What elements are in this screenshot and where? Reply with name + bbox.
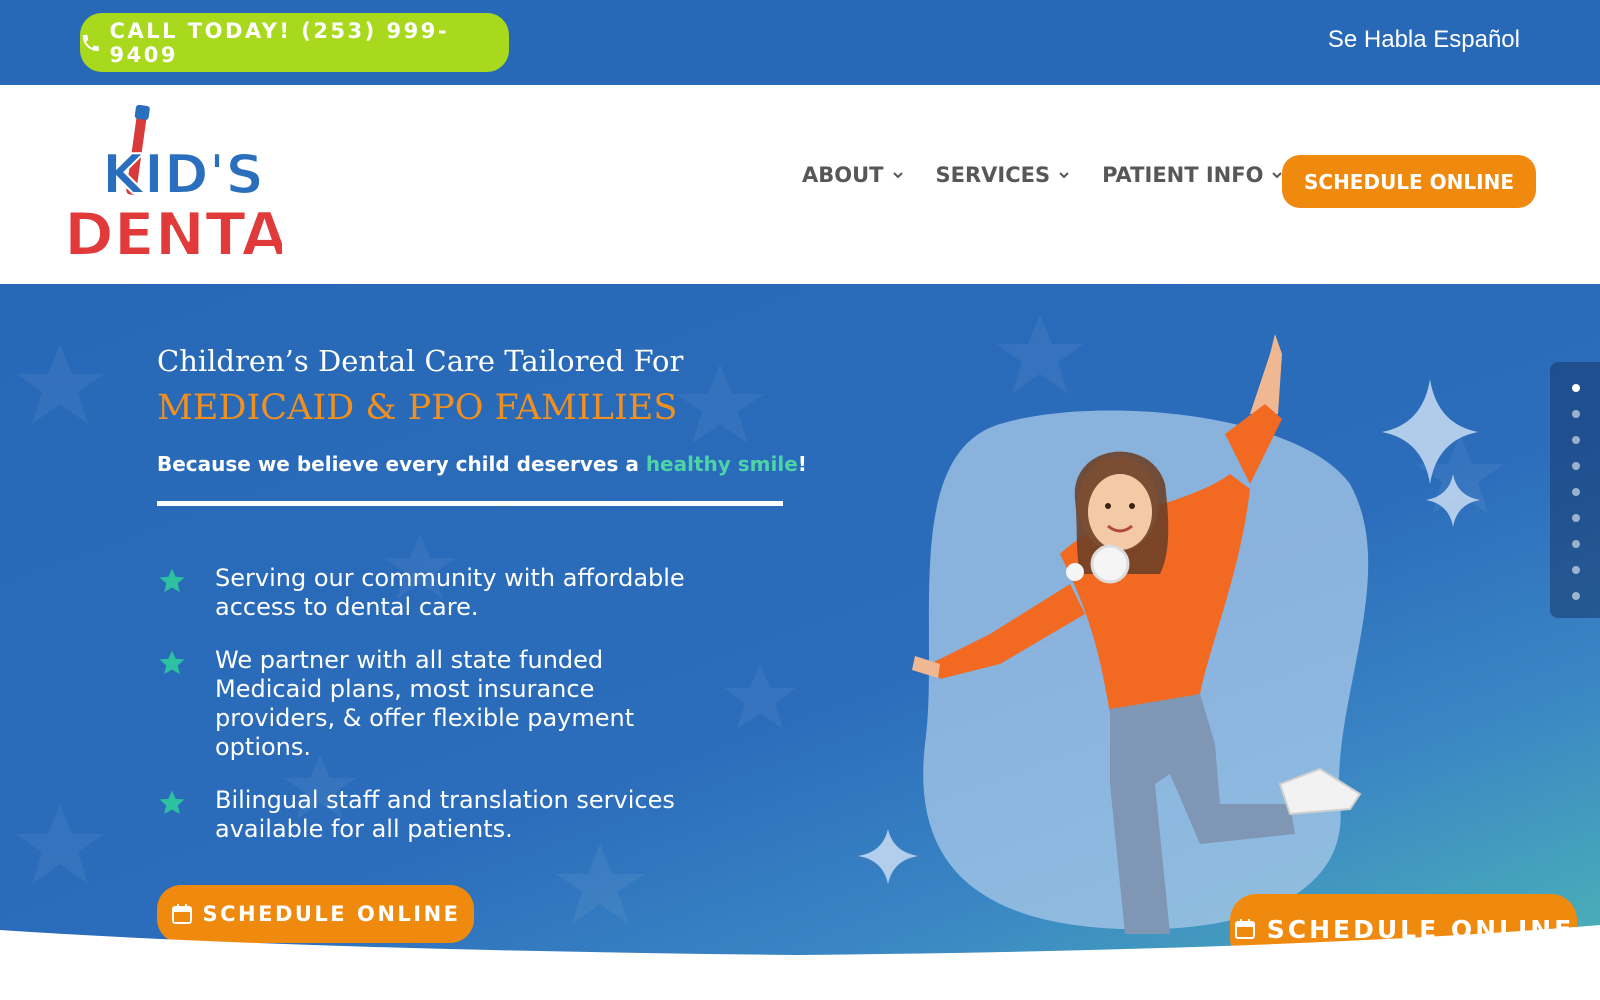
tagline-highlight: healthy smile xyxy=(645,452,798,476)
call-label: CALL TODAY! (253) 999-9409 xyxy=(109,18,450,67)
top-bar: CALL TODAY! (253) 999-9409 Se Habla Espa… xyxy=(0,0,1600,85)
nav-about-label: ABOUT xyxy=(802,163,884,187)
schedule-online-nav-button[interactable]: SCHEDULE ONLINE xyxy=(1282,155,1536,208)
star-icon xyxy=(159,568,185,593)
nav-patient-info[interactable]: PATIENT INFO xyxy=(1102,163,1283,187)
star-icon xyxy=(159,790,185,815)
feature-text: We partner with all state funded Medicai… xyxy=(215,646,635,761)
tagline-text: Because we believe every child deserves … xyxy=(157,452,646,476)
nav-about[interactable]: ABOUT xyxy=(802,163,904,187)
feature-text: Serving our community with affordable ac… xyxy=(215,564,685,621)
logo-text-bottom: DENTAL xyxy=(64,200,282,265)
star-icon xyxy=(159,650,185,675)
slider-dot[interactable] xyxy=(1572,436,1580,444)
feature-item: Serving our community with affordable ac… xyxy=(157,564,697,622)
chevron-down-icon xyxy=(1059,172,1069,179)
hero-subtitle: MEDICAID & PPO FAMILIES xyxy=(157,388,678,428)
slider-dot[interactable] xyxy=(1572,462,1580,470)
tagline-end: ! xyxy=(797,452,807,476)
slider-dot[interactable] xyxy=(1572,592,1580,600)
slider-dot[interactable] xyxy=(1572,384,1580,392)
nav-services-label: SERVICES xyxy=(935,163,1051,187)
hero-divider xyxy=(157,501,783,506)
logo[interactable]: KID'S DENTAL xyxy=(62,105,282,265)
feature-list: Serving our community with affordable ac… xyxy=(157,564,697,868)
slider-nav xyxy=(1550,362,1600,618)
slider-dot[interactable] xyxy=(1572,410,1580,418)
phone-icon xyxy=(82,34,99,51)
feature-item: Bilingual staff and translation services… xyxy=(157,786,697,844)
hero-section: Children’s Dental Care Tailored For MEDI… xyxy=(0,284,1600,1000)
nav-patient-info-label: PATIENT INFO xyxy=(1102,163,1264,187)
feature-text: Bilingual staff and translation services… xyxy=(215,786,675,843)
hero-tagline: Because we believe every child deserves … xyxy=(157,452,807,476)
slider-dot[interactable] xyxy=(1572,566,1580,574)
call-button[interactable]: CALL TODAY! (253) 999-9409 xyxy=(80,13,509,72)
bottom-wave xyxy=(0,925,1600,1000)
logo-text-top: KID'S xyxy=(102,143,264,206)
slider-dot[interactable] xyxy=(1572,488,1580,496)
feature-item: We partner with all state funded Medicai… xyxy=(157,646,697,762)
main-nav: ABOUT SERVICES PATIENT INFO xyxy=(802,163,1283,187)
nav-services[interactable]: SERVICES xyxy=(936,163,1071,187)
chevron-down-icon xyxy=(892,172,903,179)
hero-title: Children’s Dental Care Tailored For xyxy=(157,344,684,378)
child-photo xyxy=(912,334,1362,934)
slider-dot[interactable] xyxy=(1572,514,1580,522)
site-header: KID'S DENTAL ABOUT SERVICES PATIENT INFO… xyxy=(0,85,1600,284)
language-link[interactable]: Se Habla Español xyxy=(1328,26,1520,54)
slider-dot[interactable] xyxy=(1572,540,1580,548)
